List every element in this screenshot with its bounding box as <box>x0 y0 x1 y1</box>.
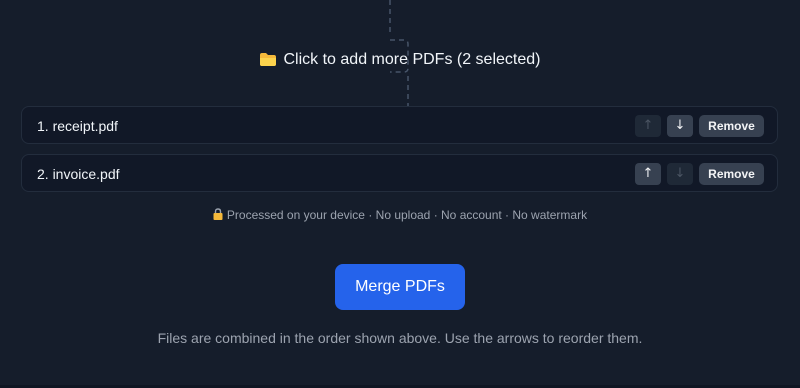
privacy-note: Processed on your device · No upload · N… <box>0 208 800 222</box>
file-row: 1. receipt.pdf ↑ ↓ Remove <box>21 106 778 144</box>
app-canvas: Click to add more PDFs (2 selected) 1. r… <box>0 0 800 388</box>
remove-button[interactable]: Remove <box>699 115 764 137</box>
dropzone-label-line[interactable]: Click to add more PDFs (2 selected) <box>0 50 800 70</box>
reorder-hint: Files are combined in the order shown ab… <box>157 330 643 346</box>
folder-icon <box>259 53 276 66</box>
pdf-dropzone[interactable]: Click to add more PDFs (2 selected) <box>0 0 800 117</box>
move-down-button[interactable]: ↓ <box>667 115 693 137</box>
merge-pdfs-button[interactable]: Merge PDFs <box>335 264 465 310</box>
privacy-text: Processed on your device · No upload · N… <box>226 208 588 222</box>
dropzone-label: Click to add more PDFs (2 selected) <box>283 51 541 68</box>
lock-icon <box>213 208 223 220</box>
move-up-button[interactable]: ↑ <box>635 115 661 137</box>
move-up-button[interactable]: ↑ <box>635 163 661 185</box>
move-down-button[interactable]: ↓ <box>667 163 693 185</box>
file-row: 2. invoice.pdf ↑ ↓ Remove <box>21 154 778 192</box>
remove-button[interactable]: Remove <box>699 163 764 185</box>
file-name: 2. invoice.pdf <box>37 166 120 182</box>
file-name: 1. receipt.pdf <box>37 118 118 134</box>
